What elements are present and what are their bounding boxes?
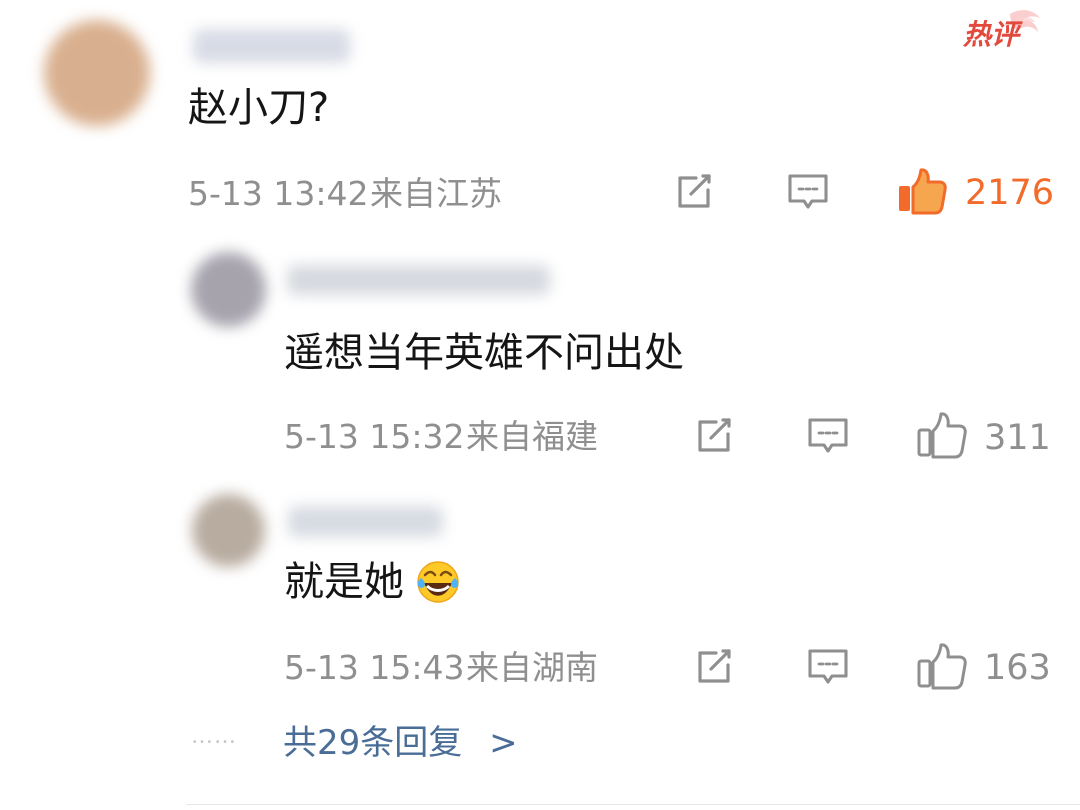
share-icon[interactable] (692, 645, 736, 689)
comment-icon[interactable] (806, 645, 850, 689)
share-icon[interactable] (672, 170, 716, 214)
comment-icon[interactable] (806, 414, 850, 458)
avatar[interactable] (192, 494, 265, 567)
reply-text: 遥想当年英雄不问出处 (284, 330, 684, 376)
like-icon[interactable] (896, 166, 948, 218)
hot-badge-label: 热评 (963, 18, 1020, 51)
like-count: 163 (984, 648, 1051, 688)
comment-time: 5-13 13:42 (188, 174, 369, 213)
laughing-crying-emoji (417, 561, 459, 603)
divider (186, 804, 1080, 805)
username[interactable] (193, 29, 350, 63)
username[interactable] (288, 506, 443, 537)
reply-time: 5-13 15:43 (284, 648, 465, 687)
more-replies-ellipsis: …… (191, 724, 237, 749)
like-icon[interactable] (916, 410, 968, 462)
comment-text: 赵小刀? (188, 85, 330, 131)
like-count: 311 (984, 418, 1051, 458)
comment-location: 来自江苏 (370, 174, 502, 213)
username[interactable] (287, 265, 550, 295)
comment-icon[interactable] (786, 170, 830, 214)
like-icon[interactable] (916, 641, 968, 693)
reply-location: 来自湖南 (466, 648, 598, 687)
chevron-right-icon: > (489, 723, 518, 763)
hot-badge: 热评 (956, 4, 1042, 60)
more-replies-link[interactable]: 共29条回复 > (283, 726, 518, 760)
reply-location: 来自福建 (466, 417, 598, 456)
reply-time: 5-13 15:32 (284, 417, 465, 456)
avatar[interactable] (44, 20, 150, 126)
share-icon[interactable] (692, 414, 736, 458)
like-count: 2176 (965, 173, 1055, 213)
avatar[interactable] (191, 252, 266, 327)
reply-text: 就是她 (284, 559, 404, 605)
more-replies-label[interactable]: 共29条回复 (283, 723, 462, 763)
